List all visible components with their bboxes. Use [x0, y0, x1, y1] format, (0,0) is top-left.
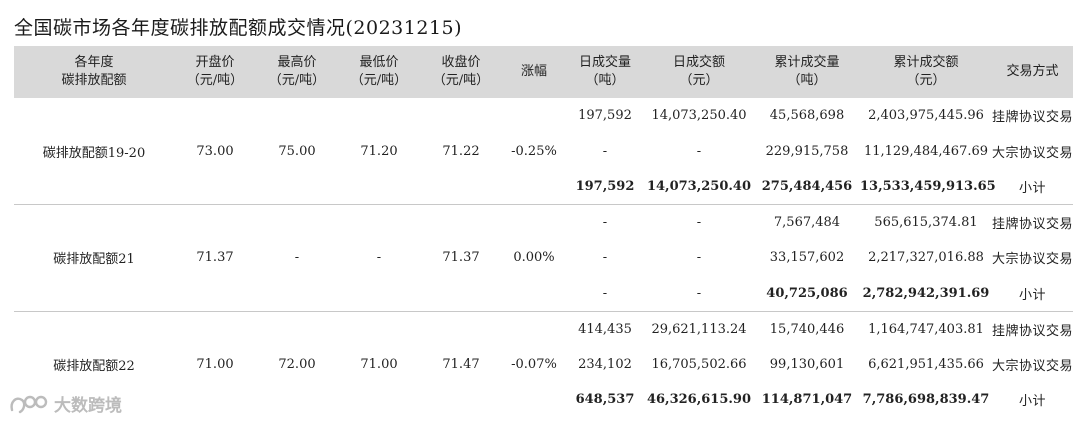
daily-volume: 414,435	[578, 321, 632, 337]
high-price: -	[256, 204, 338, 312]
header-daily-volume: 日成交量 （吨）	[578, 55, 631, 88]
close-price: 71.37	[420, 204, 502, 312]
watermark-logo-icon	[10, 395, 48, 413]
change-pct: 0.00%	[502, 204, 566, 312]
header-open: 开盘价 （元/吨）	[186, 55, 244, 88]
daily-volume: 234,102	[578, 356, 632, 372]
cumulative-amount: 7,786,698,839.47	[862, 392, 990, 408]
trade-method: 挂牌协议交易	[992, 323, 1074, 339]
low-price: -	[338, 204, 420, 312]
table-row: 碳排放配额22 71.00 72.00 71.00 71.47 -0.07% 4…	[14, 311, 1074, 375]
daily-volume: -	[602, 143, 608, 159]
trade-method: 大宗协议交易	[992, 145, 1074, 161]
trade-method: 小计	[992, 169, 1073, 205]
header-row: 各年度 碳排放配额 开盘价 （元/吨） 最高价 （元/吨） 最低价 （元/吨） 收盘价（…	[14, 46, 1073, 98]
header-change: 涨幅	[520, 64, 547, 79]
trade-method: 小计	[1018, 394, 1046, 410]
watermark: 大数跨境	[8, 391, 122, 416]
daily-volume: 648,537	[575, 392, 635, 408]
cumulative-amount: 2,403,975,445.96	[868, 108, 984, 124]
daily-volume: -	[566, 275, 644, 312]
close-price: 71.47	[442, 357, 480, 372]
product-name: 碳排放配额21	[14, 204, 174, 312]
open-price: 71.00	[196, 357, 234, 372]
product-name: 碳排放配额19-20	[14, 98, 174, 205]
cumulative-volume: 229,915,758	[765, 143, 849, 159]
cumulative-amount: 2,782,942,391.69	[860, 275, 992, 312]
cumulative-amount: 6,621,951,435.66	[868, 356, 984, 372]
cumulative-amount: 565,615,374.81	[874, 215, 978, 230]
daily-amount: -	[696, 143, 702, 159]
high-price: 72.00	[278, 357, 316, 372]
daily-amount: 16,705,502.66	[651, 356, 747, 372]
header-cumulative-amount: 累计成交额 （元）	[893, 55, 959, 88]
daily-amount: -	[644, 275, 754, 312]
cumulative-volume: 99,130,601	[769, 356, 845, 372]
header-cumulative-volume: 累计成交量 （吨）	[774, 55, 840, 88]
cumulative-volume: 45,568,698	[769, 108, 845, 124]
daily-amount: 14,073,250.40	[644, 169, 754, 205]
trade-method: 小计	[992, 275, 1073, 312]
header-close: 收盘价 （元/吨）	[432, 55, 490, 88]
open-price: 73.00	[174, 98, 256, 205]
watermark-text: 大数跨境	[54, 396, 122, 416]
cumulative-amount: 11,129,484,467.69	[863, 143, 989, 159]
daily-amount: 29,621,113.24	[651, 321, 747, 337]
header-low: 最低价 （元/吨）	[350, 55, 408, 88]
header-trade-method: 交易方式	[1006, 64, 1059, 79]
cumulative-amount: 1,164,747,403.81	[868, 321, 984, 337]
carbon-trading-table: 各年度 碳排放配额 开盘价 （元/吨） 最高价 （元/吨） 最低价 （元/吨） 收盘价（…	[14, 46, 1073, 418]
cumulative-volume: 33,157,602	[769, 250, 845, 266]
cumulative-volume: 15,740,446	[769, 321, 845, 337]
table-row: 碳排放配额21 71.37 - - 71.37 0.00% - - 7,567,…	[14, 204, 1074, 312]
header-high: 最高价 （元/吨）	[268, 55, 326, 88]
cumulative-amount: 2,217,327,016.88	[868, 250, 984, 266]
cumulative-volume: 275,484,456	[754, 169, 860, 205]
cumulative-volume: 40,725,086	[754, 275, 860, 312]
trade-method: 挂牌协议交易	[992, 110, 1074, 126]
header-daily-amount: 日成交额 （元）	[672, 55, 725, 88]
daily-amount: 46,326,615.90	[646, 392, 752, 408]
change-pct: -0.07%	[511, 357, 557, 372]
daily-volume: -	[602, 250, 608, 266]
daily-volume: -	[602, 215, 608, 230]
close-price: 71.22	[420, 98, 502, 205]
cumulative-amount: 13,533,459,913.65	[860, 169, 996, 205]
page-title: 全国碳市场各年度碳排放配额成交情况(20231215)	[14, 17, 463, 39]
table-row: 碳排放配额19-20 73.00 75.00 71.20 71.22 -0.25…	[14, 98, 1074, 205]
cumulative-volume: 114,871,047	[761, 392, 853, 408]
trade-method: 大宗协议交易	[992, 252, 1074, 268]
change-pct: -0.25%	[502, 98, 566, 205]
open-price: 71.37	[174, 204, 256, 312]
daily-volume: 197,592	[566, 169, 644, 205]
cumulative-volume: 7,567,484	[773, 215, 841, 230]
daily-amount: -	[696, 215, 702, 230]
low-price: 71.00	[360, 357, 398, 372]
header-product: 各年度 碳排放配额	[61, 55, 127, 88]
high-price: 75.00	[256, 98, 338, 205]
daily-amount: 14,073,250.40	[651, 108, 747, 124]
low-price: 71.20	[338, 98, 420, 205]
trade-method: 大宗协议交易	[992, 358, 1074, 374]
trade-method: 挂牌协议交易	[992, 217, 1074, 232]
daily-amount: -	[696, 250, 702, 266]
daily-volume: 197,592	[578, 108, 632, 124]
